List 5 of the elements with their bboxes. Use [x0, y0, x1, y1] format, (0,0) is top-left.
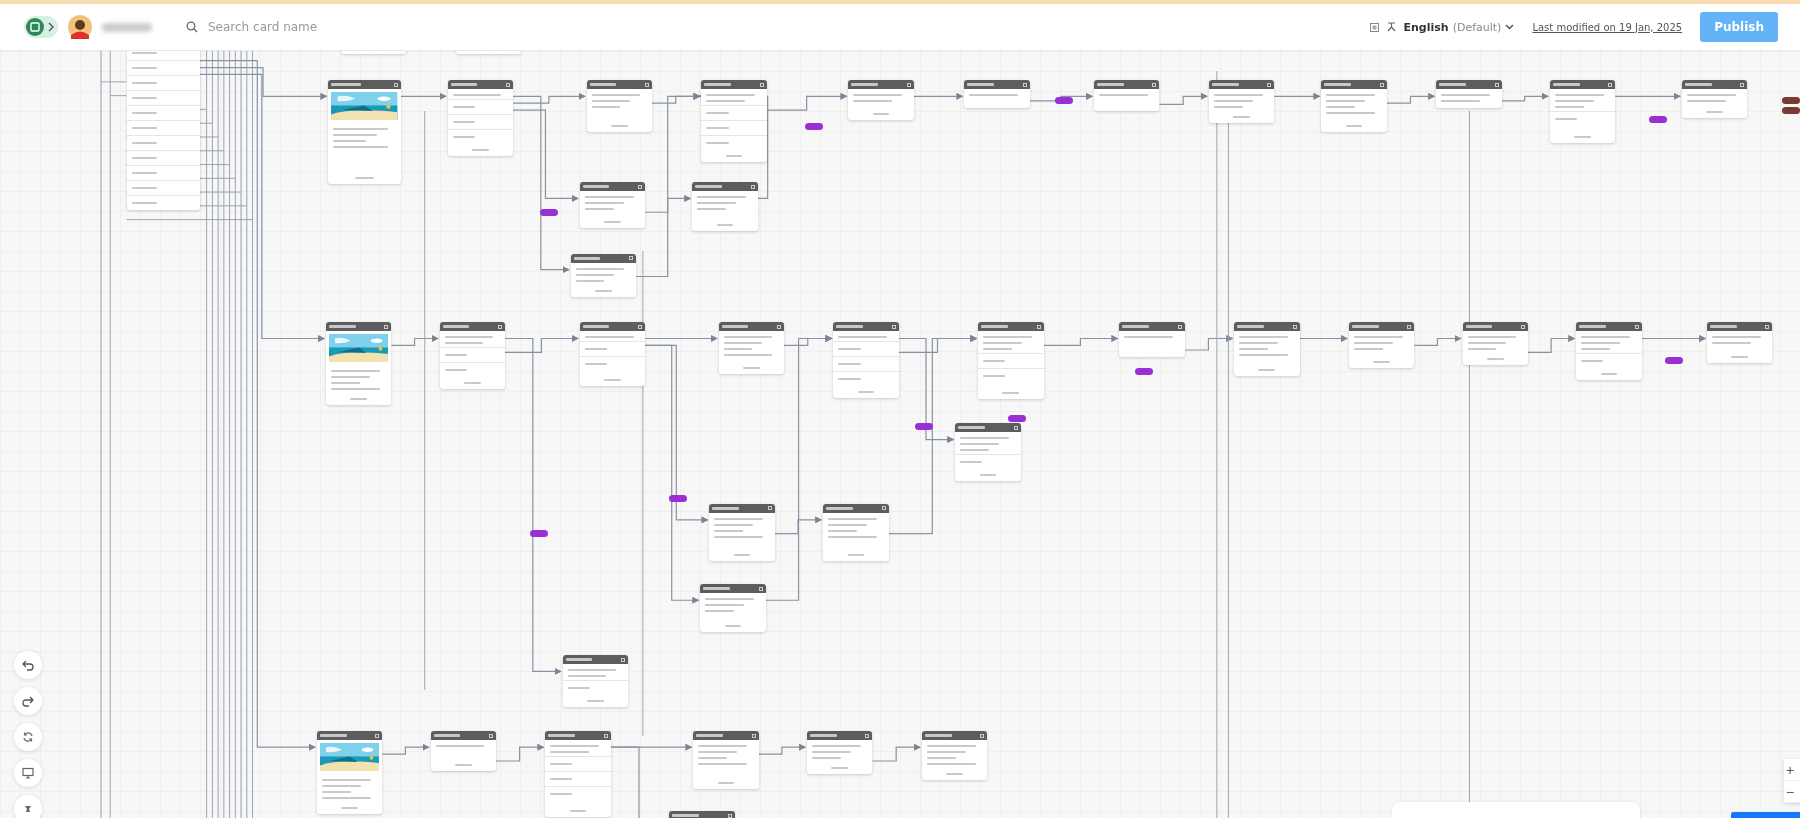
- language-dropdown[interactable]: English (Default): [1403, 20, 1515, 34]
- search-field[interactable]: Search card name: [186, 19, 370, 35]
- zoom-button[interactable]: −: [1784, 781, 1800, 803]
- last-modified-link[interactable]: Last modified on 19 Jan, 2025: [1532, 21, 1683, 33]
- zoom-button[interactable]: +: [1784, 759, 1800, 781]
